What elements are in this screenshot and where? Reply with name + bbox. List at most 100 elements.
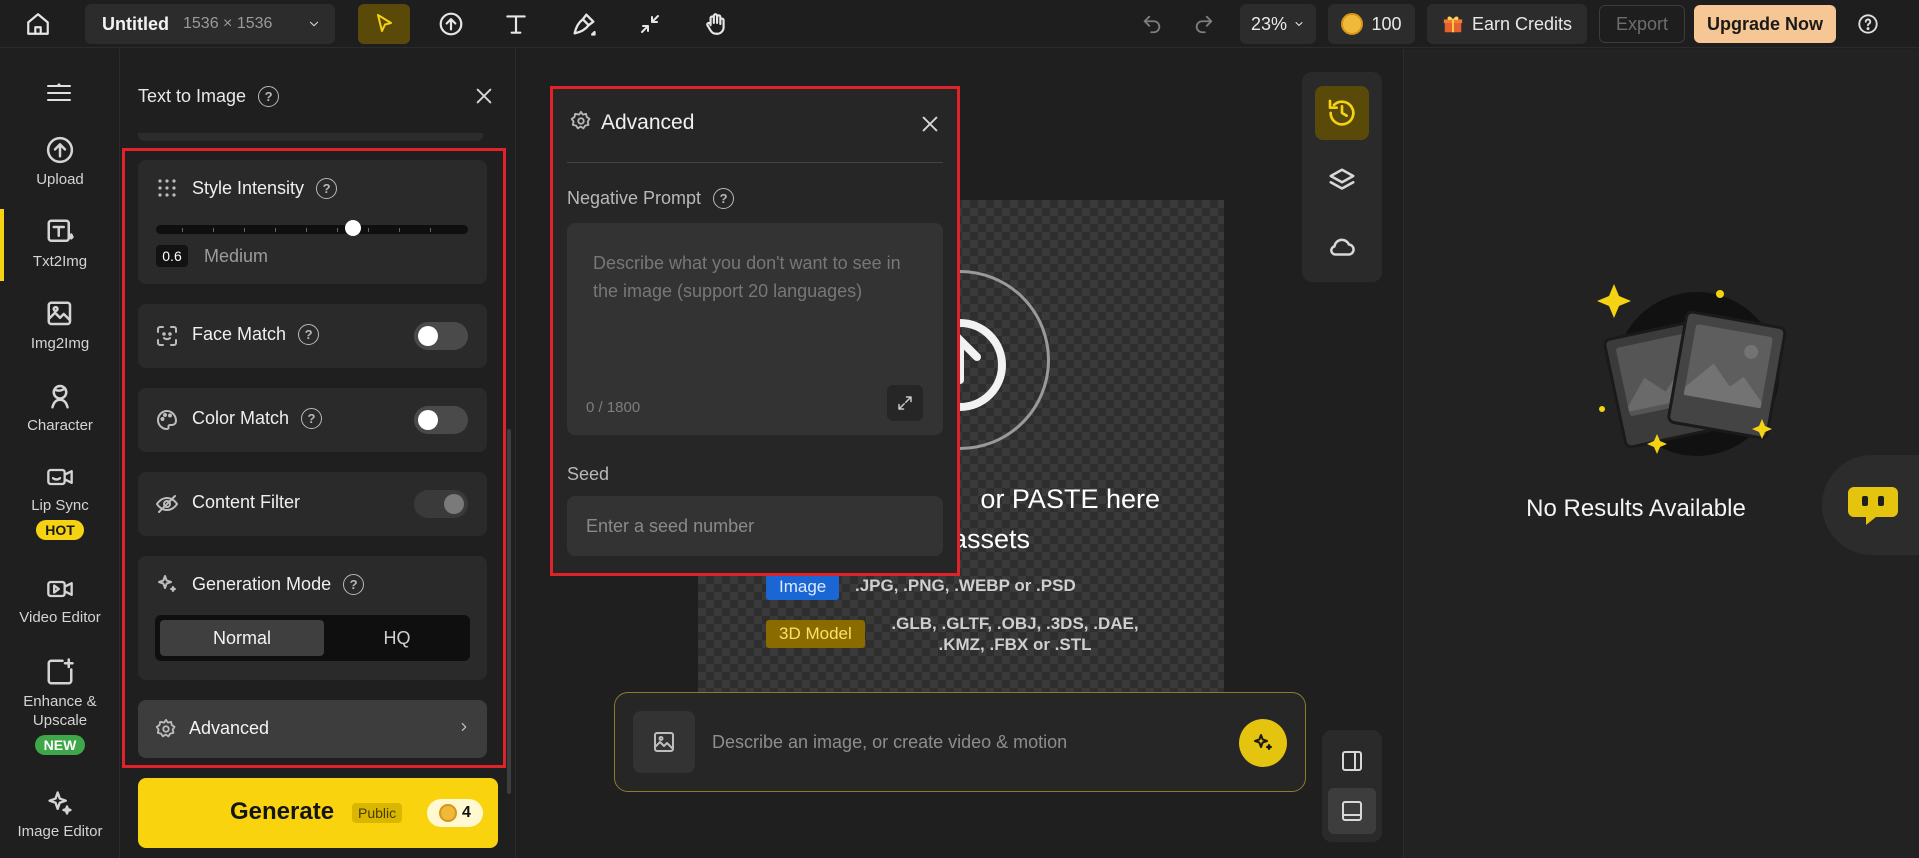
undo-icon — [1143, 15, 1161, 34]
generate-cost-value: 4 — [462, 804, 471, 821]
home-button[interactable] — [18, 8, 58, 40]
generate-button[interactable]: Generate Public 4 — [138, 778, 498, 848]
top-toolbar: Untitled 1536 × 1536 23% 100 Earn Credit… — [0, 0, 1919, 48]
nav-label: Enhance & Upscale — [23, 693, 97, 729]
file-name: Untitled — [102, 13, 169, 34]
side-panel-toggle[interactable] — [1328, 738, 1376, 784]
nav-label: Video Editor — [19, 609, 101, 626]
pen-tool-button[interactable] — [558, 4, 610, 44]
help-circle-icon — [1858, 14, 1878, 34]
text-tool-button[interactable] — [490, 4, 542, 44]
select-tool-button[interactable] — [358, 4, 410, 44]
video-editor-icon — [47, 580, 73, 598]
negative-prompt-textarea[interactable]: Describe what you don't want to see in t… — [567, 223, 943, 435]
layers-button[interactable] — [1315, 154, 1369, 208]
upload-circle-icon — [46, 136, 74, 164]
help-icon[interactable]: ? — [258, 86, 280, 107]
upload-tool-button[interactable] — [425, 4, 477, 44]
image-sparkle-icon — [47, 301, 72, 326]
highlight-box-settings — [122, 148, 506, 768]
nav-item-image-editor[interactable]: Image Editor — [0, 789, 120, 841]
zoom-dropdown[interactable]: 23% — [1240, 4, 1316, 44]
nav-label: Lip Sync — [31, 497, 89, 514]
model-formats-text: .GLB, .GLTF, .OBJ, .3DS, .DAE, .KMZ, .FB… — [891, 614, 1139, 654]
nav-item-video-editor[interactable]: Video Editor — [0, 575, 120, 627]
nav-label: Img2Img — [30, 335, 90, 352]
left-navigation: Upload Txt2Img Img2Img Character Lip Syn… — [0, 49, 120, 858]
magic-generate-button[interactable] — [1239, 719, 1287, 767]
file-dimensions: 1536 × 1536 — [183, 15, 273, 32]
undo-button[interactable] — [1136, 8, 1168, 40]
sparkle-icon — [1254, 734, 1272, 750]
bottom-panel-toggle[interactable] — [1328, 788, 1376, 834]
canvas-side-tools — [1302, 72, 1382, 282]
close-icon[interactable] — [473, 85, 495, 107]
image-formats-text: .JPG, .PNG, .WEBP or .PSD — [855, 576, 1076, 595]
coin-icon — [439, 804, 458, 822]
generate-label: Generate — [230, 798, 335, 825]
public-badge: Public — [352, 803, 403, 823]
prompt-bar: Describe an image, or create video & mot… — [614, 692, 1306, 792]
nav-label: Txt2Img — [32, 253, 88, 270]
upload-circle-icon — [439, 12, 463, 36]
advanced-popup-title: Advanced — [601, 111, 695, 134]
pen-icon — [573, 13, 596, 36]
hand-icon — [706, 13, 725, 35]
redo-button[interactable] — [1188, 8, 1220, 40]
assistant-chat-button[interactable] — [1822, 455, 1919, 555]
collapsed-section-edge — [138, 133, 483, 141]
sparkle-icon — [48, 791, 72, 815]
add-image-button[interactable] — [633, 711, 695, 773]
nav-item-upload[interactable]: Upload — [0, 135, 120, 189]
help-button[interactable] — [1852, 8, 1884, 40]
export-button[interactable]: Export — [1599, 5, 1685, 43]
close-icon[interactable] — [919, 113, 941, 135]
advanced-popup: Advanced Negative Prompt ? Describe what… — [550, 86, 960, 576]
zoom-level: 23% — [1250, 13, 1288, 34]
cloud-button[interactable] — [1315, 220, 1369, 274]
collapse-tool-button[interactable] — [624, 4, 676, 44]
panel-scrollbar[interactable] — [507, 429, 511, 794]
collapse-arrows-icon — [641, 15, 659, 33]
view-layout-tools — [1322, 730, 1382, 842]
expand-textarea-button[interactable] — [887, 385, 923, 421]
divider — [567, 162, 943, 163]
text-image-icon — [47, 219, 74, 242]
hand-tool-button[interactable] — [690, 4, 742, 44]
character-counter: 0 / 1800 — [586, 399, 641, 416]
help-icon[interactable]: ? — [713, 188, 735, 209]
prompt-input[interactable]: Describe an image, or create video & mot… — [712, 732, 1067, 753]
menu-icon[interactable] — [44, 81, 74, 105]
nav-label: Character — [27, 417, 93, 434]
nav-item-enhance-upscale[interactable]: Enhance & Upscale NEW — [0, 657, 120, 755]
cursor-icon — [377, 14, 392, 32]
gear-icon — [570, 110, 591, 130]
earn-credits-button[interactable]: Earn Credits — [1427, 4, 1587, 44]
new-badge: NEW — [34, 735, 86, 755]
history-button[interactable] — [1315, 86, 1369, 140]
empty-images-illustration — [1597, 284, 1787, 456]
seed-input[interactable] — [567, 496, 943, 556]
expand-icon — [898, 396, 912, 410]
nav-item-lip-sync[interactable]: Lip Sync HOT — [0, 463, 120, 540]
character-icon — [51, 384, 69, 409]
nav-item-img2img[interactable]: Img2Img — [0, 299, 120, 353]
upgrade-now-button[interactable]: Upgrade Now — [1694, 5, 1836, 43]
generate-cost: 4 — [427, 799, 483, 827]
credits-balance[interactable]: 100 — [1328, 4, 1415, 44]
negative-prompt-title: Negative Prompt ? — [567, 188, 735, 209]
nav-label: Image Editor — [17, 823, 103, 840]
results-panel: No Results Available — [1403, 49, 1919, 858]
negative-prompt-placeholder: Describe what you don't want to see in t… — [593, 253, 901, 301]
cloud-icon — [1330, 238, 1355, 256]
hot-badge: HOT — [36, 520, 84, 540]
panel-bottom-icon — [1342, 801, 1362, 821]
lip-sync-video-icon — [47, 468, 73, 486]
redo-icon — [1195, 15, 1213, 34]
chevron-down-icon — [1295, 22, 1303, 26]
nav-item-character[interactable]: Character — [0, 381, 120, 435]
layers-icon — [1329, 168, 1355, 190]
nav-item-txt2img[interactable]: Txt2Img — [0, 217, 120, 271]
file-selector[interactable]: Untitled 1536 × 1536 — [85, 4, 335, 44]
coin-icon — [1341, 13, 1364, 35]
